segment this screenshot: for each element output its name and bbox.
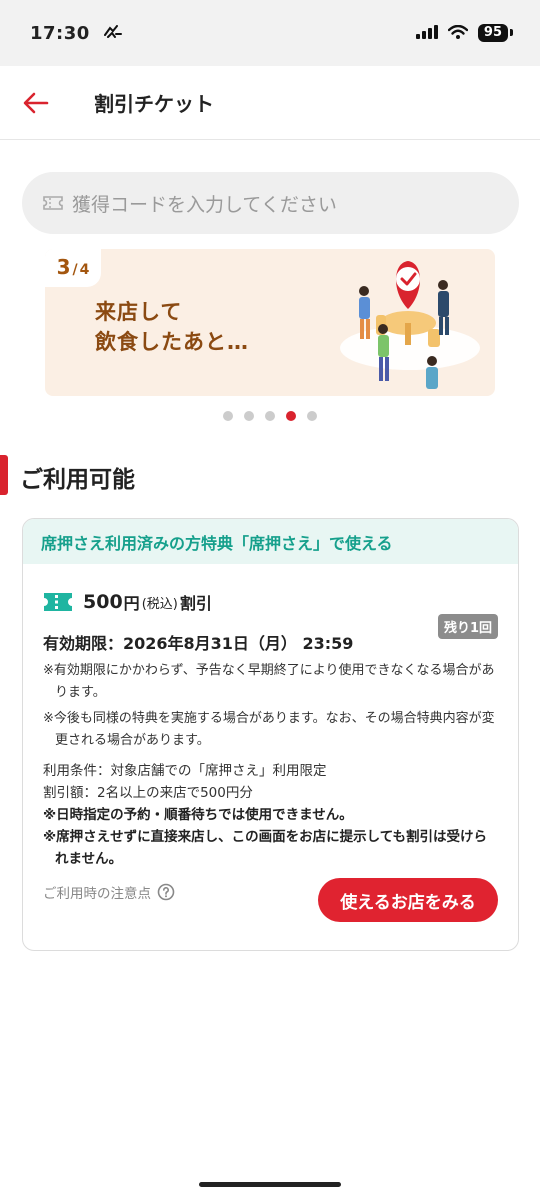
coupon-tax: (税込) xyxy=(141,596,178,612)
remaining-badge: 残り1回 xyxy=(437,614,498,639)
wifi-icon xyxy=(447,24,469,43)
banner-page-current: 3 xyxy=(56,255,71,279)
pagination-dot[interactable] xyxy=(223,411,233,421)
coupon-discount: 割引 xyxy=(179,594,212,613)
status-time: 17:30 xyxy=(30,22,90,44)
banner-text: 来店して 飲食したあと… xyxy=(95,297,249,357)
coupon-condition: 割引額：2名以上の来店で500円分 xyxy=(43,785,253,801)
coupon-amount: 500 xyxy=(83,591,123,613)
coupon-condition: 利用条件：対象店舗での「席押さえ」利用限定 xyxy=(43,763,327,779)
code-input-placeholder: 獲得コードを入力してください xyxy=(72,193,337,216)
coupon-bold-note: ※日時指定の予約・順番待ちでは使用できません。 xyxy=(43,807,353,823)
banner-line-2: 飲食したあと… xyxy=(95,330,249,354)
coupon-amount-row: 500 円 (税込) 割引 xyxy=(43,590,498,614)
ticket-outline-icon xyxy=(43,196,63,210)
back-arrow-icon xyxy=(23,92,49,113)
banner-page-badge: 3 / 4 xyxy=(45,249,101,287)
banner-line-1: 来店して xyxy=(95,300,183,324)
banner-pagination xyxy=(0,411,540,421)
back-button[interactable] xyxy=(0,66,72,140)
coupon-yen: 円 xyxy=(123,594,140,613)
section-accent-bar xyxy=(0,455,8,495)
question-circle-icon xyxy=(157,883,175,901)
ticket-icon xyxy=(44,593,72,611)
coupon-note: ※有効期限にかかわらず、予告なく早期終了により使用できなくなる場合があります。 xyxy=(43,663,495,700)
page-title: 割引チケット xyxy=(94,92,214,116)
caution-label: ご利用時の注意点 xyxy=(43,886,151,902)
pagination-dot[interactable] xyxy=(307,411,317,421)
promo-banner[interactable]: 3 / 4 来店して 飲食したあと… xyxy=(45,249,495,396)
pagination-dot[interactable] xyxy=(244,411,254,421)
status-bar: 17:30 95 xyxy=(0,0,540,66)
coupon-bold-note: ※席押さえせずに直接来店し、この画面をお店に提示しても割引は受けられません。 xyxy=(43,829,488,867)
coupon-header: 席押さえ利用済みの方特典「席押さえ」で使える xyxy=(23,519,518,564)
notification-icon xyxy=(103,24,122,43)
banner-page-total: 4 xyxy=(79,262,90,278)
restaurant-illustration xyxy=(340,261,480,389)
coupon-expiry: 有効期限：2026年8月31日（月） 23:59 xyxy=(43,634,354,653)
find-shops-button[interactable]: 使えるお店をみる xyxy=(318,878,498,922)
banner-page-separator: / xyxy=(72,262,78,278)
coupon-note: ※今後も同様の特典を実施する場合があります。なお、その場合特典内容が変更される場… xyxy=(43,711,495,748)
battery-icon: 95 xyxy=(477,24,514,42)
signal-icon xyxy=(415,24,438,43)
section-title: ご利用可能 xyxy=(20,467,135,493)
coupon-card: 席押さえ利用済みの方特典「席押さえ」で使える 500 円 (税込) 割引 残り1… xyxy=(22,518,519,951)
pagination-dot-active[interactable] xyxy=(286,411,296,421)
home-indicator[interactable] xyxy=(199,1182,341,1187)
code-input[interactable]: 獲得コードを入力してください xyxy=(22,172,519,234)
pagination-dot[interactable] xyxy=(265,411,275,421)
caution-link[interactable]: ご利用時の注意点 xyxy=(43,882,175,902)
app-header: 割引チケット xyxy=(0,66,540,140)
